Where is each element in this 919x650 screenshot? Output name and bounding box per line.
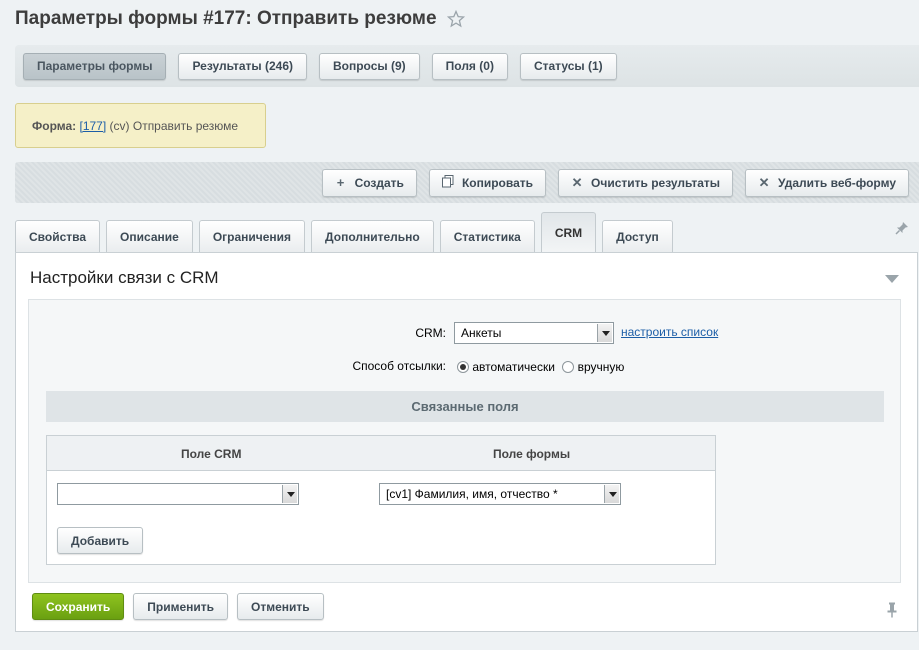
tab-additional[interactable]: Дополнительно <box>311 220 434 253</box>
send-method-row: Способ отсылки: автоматически вручную <box>29 359 900 379</box>
tab-access[interactable]: Доступ <box>602 220 673 253</box>
form-note-name: (cv) Отправить резюме <box>109 119 239 133</box>
close-icon: ✕ <box>571 174 583 190</box>
toolbar: + Создать Копировать ✕ Очистить результа… <box>15 162 919 203</box>
col-crm-field: Поле CRM <box>181 447 242 461</box>
copy-button[interactable]: Копировать <box>428 168 547 197</box>
star-icon[interactable] <box>446 10 465 28</box>
pin-icon[interactable] <box>885 602 899 618</box>
chevron-down-icon <box>604 485 619 503</box>
fields-table-header: Поле CRM Поле формы <box>47 436 715 471</box>
crm-field-select[interactable] <box>57 483 299 505</box>
copy-icon <box>441 174 454 191</box>
page-title-text: Параметры формы #177: Отправить резюме <box>15 8 437 29</box>
linked-fields-header: Связанные поля <box>46 391 884 422</box>
crm-select[interactable]: Анкеты <box>454 322 614 344</box>
form-field-value: [cv1] Фамилия, имя, отчество * <box>386 487 558 501</box>
form-actions: Сохранить Применить Отменить <box>32 593 336 620</box>
panel-title: Настройки связи с CRM <box>30 268 219 287</box>
create-button[interactable]: + Создать <box>321 168 417 197</box>
col-form-field: Поле формы <box>493 447 571 461</box>
delete-form-button[interactable]: ✕ Удалить веб-форму <box>745 168 909 197</box>
create-label: Создать <box>354 175 404 190</box>
tab-results[interactable]: Результаты (246) <box>178 52 307 80</box>
tab-form-params[interactable]: Параметры формы <box>23 52 167 80</box>
clear-results-label: Очистить результаты <box>591 175 721 190</box>
tab-statistics[interactable]: Статистика <box>439 220 535 253</box>
chevron-down-icon <box>282 485 297 503</box>
send-manual-label: вручную <box>577 360 625 374</box>
top-tabs-bar: Параметры формы Результаты (246) Вопросы… <box>15 45 919 87</box>
apply-button[interactable]: Применить <box>133 593 229 620</box>
plus-icon: + <box>336 175 345 190</box>
tab-statuses[interactable]: Статусы (1) <box>519 52 617 80</box>
form-field-select[interactable]: [cv1] Фамилия, имя, отчество * <box>379 483 621 505</box>
form-id-link[interactable]: [177] <box>79 119 106 133</box>
collapse-icon[interactable] <box>885 272 899 283</box>
tab-crm[interactable]: CRM <box>540 212 597 253</box>
chevron-down-icon <box>597 324 612 342</box>
linked-fields-table: Поле CRM Поле формы [cv1] Фамилия, имя, … <box>46 435 716 565</box>
form-info-note: Форма: [177] (cv) Отправить резюме <box>15 103 266 148</box>
save-button[interactable]: Сохранить <box>32 593 125 620</box>
send-manual-radio[interactable] <box>562 361 575 373</box>
copy-label: Копировать <box>461 175 534 190</box>
crm-settings-panel: Настройки связи с CRM CRM: Анкеты настро… <box>15 252 918 632</box>
tab-description[interactable]: Описание <box>106 220 193 253</box>
pin-icon[interactable] <box>895 221 909 235</box>
crm-label: CRM: <box>415 326 446 340</box>
tab-restrictions[interactable]: Ограничения <box>198 220 306 253</box>
crm-settings-form: CRM: Анкеты настроить список Способ отсы… <box>28 299 901 583</box>
add-button[interactable]: Добавить <box>57 527 144 554</box>
cancel-button[interactable]: Отменить <box>237 593 324 620</box>
send-auto-label: автоматически <box>472 360 555 374</box>
tab-properties[interactable]: Свойства <box>15 220 101 253</box>
send-auto-radio[interactable] <box>457 361 469 373</box>
send-method-label: Способ отсылки: <box>352 359 446 373</box>
tab-fields[interactable]: Поля (0) <box>431 52 508 80</box>
send-method-options: автоматически вручную <box>457 360 624 374</box>
tab-questions[interactable]: Вопросы (9) <box>318 52 420 80</box>
crm-row: CRM: Анкеты настроить список <box>29 322 900 346</box>
form-note-label: Форма: <box>32 119 77 133</box>
delete-form-label: Удалить веб-форму <box>778 175 896 190</box>
close-icon: ✕ <box>758 174 770 190</box>
page-title: Параметры формы #177: Отправить резюме <box>15 8 465 30</box>
clear-results-button[interactable]: ✕ Очистить результаты <box>558 168 734 197</box>
settings-tabs: Свойства Описание Ограничения Дополнител… <box>15 212 679 253</box>
configure-list-link[interactable]: настроить список <box>621 325 718 339</box>
crm-select-value: Анкеты <box>461 326 502 340</box>
